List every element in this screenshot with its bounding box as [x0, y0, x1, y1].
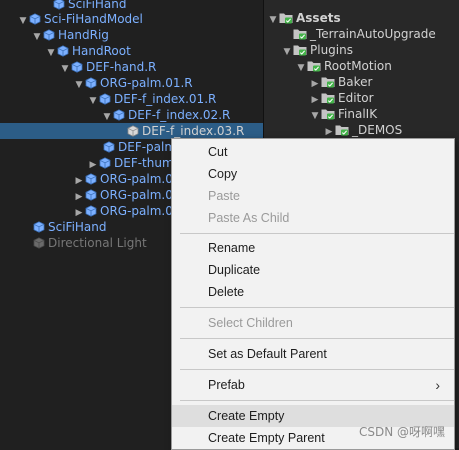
project-folder[interactable]: ▶ Editor — [310, 90, 374, 106]
hierarchy-item-label: DEF-f_index.01.R — [114, 92, 217, 106]
folder-icon — [321, 108, 335, 120]
project-folder[interactable]: ▼ RootMotion — [296, 58, 392, 74]
hierarchy-item-label: ORG-palm.0 — [100, 204, 173, 218]
prefab-cube-icon — [85, 77, 97, 89]
prefab-cube-icon — [99, 93, 111, 105]
prefab-cube-icon — [71, 61, 83, 73]
hierarchy-item[interactable]: ▼ ORG-palm.01.R — [0, 75, 263, 91]
menu-item-paste-as-child[interactable]: Paste As Child — [172, 207, 454, 229]
chevron-right-icon: › — [435, 377, 440, 393]
prefab-cube-icon — [85, 173, 97, 185]
prefab-cube-icon — [85, 189, 97, 201]
expand-arrow-icon[interactable]: ▼ — [310, 108, 320, 124]
menu-item-copy[interactable]: Copy — [172, 163, 454, 185]
prefab-cube-icon — [85, 205, 97, 217]
project-item-label: FinalIK — [338, 107, 378, 121]
hierarchy-item-label: ORG-palm.0 — [100, 188, 173, 202]
hierarchy-item-label: DEF-palm — [118, 140, 177, 154]
expand-arrow-icon[interactable]: ▼ — [268, 12, 278, 28]
hierarchy-item-label: ORG-palm.01.R — [100, 76, 193, 90]
hierarchy-item[interactable]: ▼ HandRig — [0, 27, 263, 43]
folder-icon — [293, 28, 307, 40]
context-menu: Cut Copy Paste Paste As Child Rename Dup… — [171, 138, 455, 450]
gameobject-cube-icon — [127, 125, 139, 137]
prefab-cube-icon — [43, 29, 55, 41]
folder-icon — [321, 76, 335, 88]
project-folder[interactable]: _TerrainAutoUpgrade — [292, 26, 436, 42]
hierarchy-item-label: SciFiHand — [48, 220, 107, 234]
folder-icon — [335, 124, 349, 136]
project-item-label: RootMotion — [324, 59, 392, 73]
hierarchy-item-label: HandRoot — [72, 44, 131, 58]
menu-item-delete[interactable]: Delete — [172, 281, 454, 303]
hierarchy-item[interactable]: ▼ DEF-f_index.02.R — [0, 107, 263, 123]
prefab-cube-icon — [33, 221, 45, 233]
folder-icon — [293, 44, 307, 56]
menu-item-duplicate[interactable]: Duplicate — [172, 259, 454, 281]
menu-item-set-default-parent[interactable]: Set as Default Parent — [172, 343, 454, 365]
menu-separator — [180, 307, 454, 308]
project-item-label: Plugins — [310, 43, 353, 57]
prefab-cube-icon — [29, 13, 41, 25]
menu-separator — [180, 369, 454, 370]
project-item-label: _DEMOS — [352, 123, 403, 137]
menu-separator — [180, 338, 454, 339]
project-folder[interactable]: ▼ FinalIK — [310, 106, 378, 124]
project-item-label: Editor — [338, 91, 374, 105]
project-item-label: _TerrainAutoUpgrade — [310, 27, 436, 41]
watermark: CSDN @呀啊嘿 — [358, 425, 445, 439]
project-folder[interactable]: ▶ _DEMOS — [324, 122, 403, 138]
menu-item-rename[interactable]: Rename — [172, 237, 454, 259]
hierarchy-item-label: Directional Light — [48, 236, 147, 250]
hierarchy-item-label: DEF-f_index.02.R — [128, 108, 231, 122]
hierarchy-item-label: DEF-f_index.03.R — [142, 124, 245, 138]
hierarchy-item-label: HandRig — [58, 28, 109, 42]
gameobject-cube-icon — [33, 237, 45, 249]
menu-item-select-children[interactable]: Select Children — [172, 312, 454, 334]
prefab-cube-icon — [53, 0, 65, 10]
hierarchy-item-label: DEF-thum — [114, 156, 174, 170]
project-folder[interactable]: ▼ Plugins — [282, 42, 353, 58]
prefab-cube-icon — [103, 141, 115, 153]
menu-item-prefab[interactable]: Prefab › — [172, 374, 454, 396]
menu-item-paste[interactable]: Paste — [172, 185, 454, 207]
hierarchy-item[interactable]: ▼ DEF-f_index.01.R — [0, 91, 263, 107]
hierarchy-item-label: Sci-FiHandModel — [44, 12, 143, 26]
hierarchy-item-selected[interactable]: DEF-f_index.03.R — [0, 123, 263, 139]
hierarchy-item[interactable]: ▼ HandRoot — [0, 43, 263, 59]
expand-arrow-icon[interactable]: ▼ — [282, 44, 292, 60]
prefab-cube-icon — [57, 45, 69, 57]
menu-separator — [180, 400, 454, 401]
folder-icon — [307, 60, 321, 72]
hierarchy-item-label: DEF-hand.R — [86, 60, 157, 74]
hierarchy-item-label: SciFiHand — [68, 0, 127, 11]
project-item-label: Assets — [296, 11, 341, 25]
expand-arrow-icon[interactable]: ▼ — [296, 60, 306, 76]
menu-item-cut[interactable]: Cut — [172, 141, 454, 163]
folder-icon — [279, 12, 293, 24]
project-folder[interactable]: ▶ Baker — [310, 74, 373, 90]
folder-icon — [321, 92, 335, 104]
project-folder-assets[interactable]: ▼ Assets — [268, 10, 341, 26]
hierarchy-item-label: ORG-palm.0 — [100, 172, 173, 186]
menu-item-label: Prefab — [208, 378, 245, 392]
project-item-label: Baker — [338, 75, 373, 89]
hierarchy-item[interactable]: ▼ DEF-hand.R — [0, 59, 263, 75]
prefab-cube-icon — [99, 157, 111, 169]
menu-separator — [180, 233, 454, 234]
hierarchy-item[interactable]: ▼ Sci-FiHandModel — [0, 11, 263, 27]
prefab-cube-icon — [113, 109, 125, 121]
